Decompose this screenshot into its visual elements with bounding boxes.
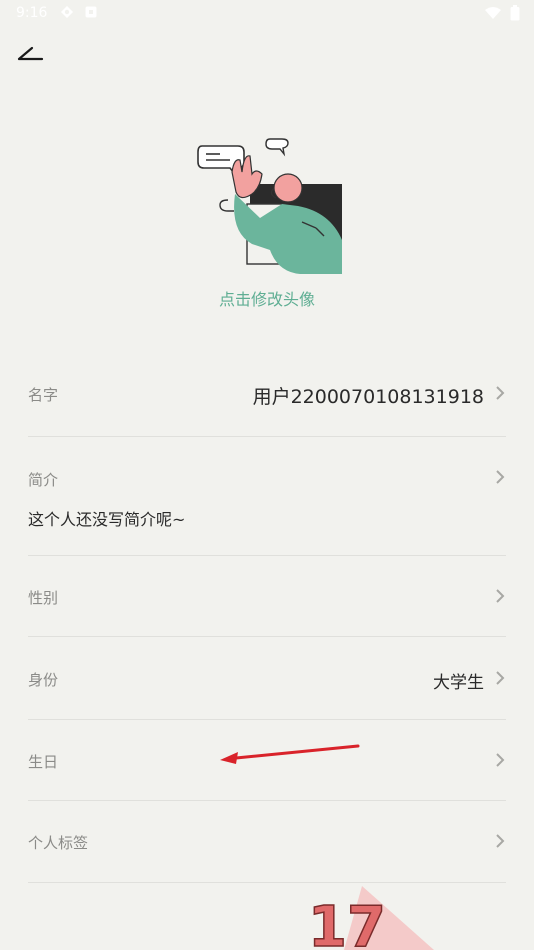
field-intro[interactable]: 简介 这个人还没写简介呢~ [28,437,506,556]
back-button[interactable] [16,40,52,70]
notification-icon [85,6,97,18]
field-label: 生日 [28,753,59,771]
status-left-icons [60,5,98,19]
field-label: 个人标签 [28,834,89,852]
field-label: 简介 [28,471,59,489]
field-value: 用户2200070108131918 [252,386,484,408]
field-label: 名字 [28,386,59,404]
chevron-right-icon [496,834,505,848]
chevron-right-icon [496,753,505,767]
chevron-right-icon [496,671,505,685]
field-value: 这个人还没写简介呢~ [28,510,186,529]
back-arrow-icon [17,46,44,61]
change-avatar-link[interactable]: 点击修改头像 [0,286,534,310]
chevron-right-icon [496,470,505,484]
chevron-right-icon [496,386,505,400]
field-label: 性别 [28,589,59,607]
profile-fields: 名字 用户2200070108131918 简介 这个人还没写简介呢~ 性别 身… [28,351,506,883]
svg-text:17: 17 [308,895,386,950]
status-time: 9:16 [16,5,48,21]
avatar[interactable] [190,132,350,277]
field-identity[interactable]: 身份 大学生 [28,637,506,720]
annotation-arrow-icon [220,744,360,764]
wifi-icon [485,7,501,19]
avatar-illustration [197,138,342,274]
status-right-icons [484,5,520,21]
chevron-right-icon [496,589,505,603]
field-gender[interactable]: 性别 [28,556,506,637]
field-name[interactable]: 名字 用户2200070108131918 [28,351,506,437]
field-label: 身份 [28,671,59,689]
location-icon [61,6,73,18]
status-bar: 9:16 [0,0,534,28]
field-tags[interactable]: 个人标签 [28,801,506,883]
field-value: 大学生 [433,673,484,693]
battery-icon [510,5,520,21]
profile-edit-screen: 9:16 点击修改头像 名字 用户2200070108131918 简介 这个人… [0,0,534,950]
watermark-logo: 17 [304,886,434,950]
